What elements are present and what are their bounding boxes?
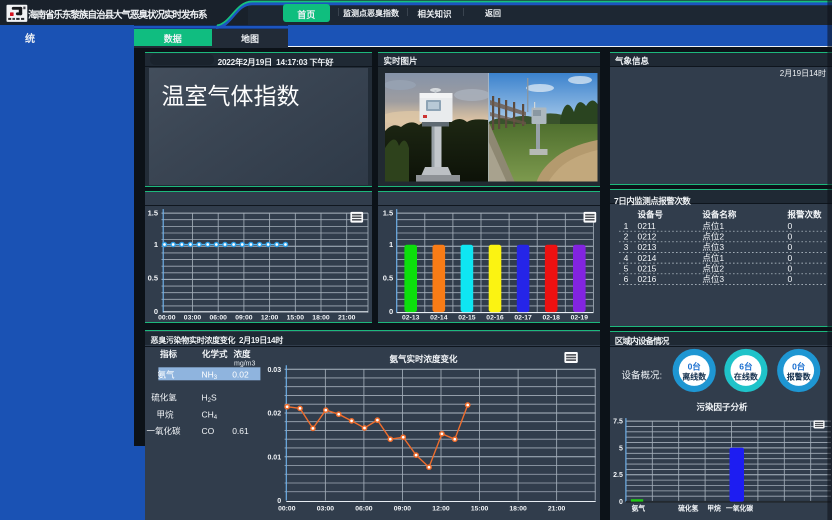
svg-text:0215: 0215 <box>638 264 657 274</box>
svg-text:0: 0 <box>788 253 793 263</box>
svg-text:1.5: 1.5 <box>383 209 393 218</box>
svg-text:0213: 0213 <box>638 242 657 252</box>
svg-text:0: 0 <box>788 274 793 284</box>
svg-text:mg/m3: mg/m3 <box>234 361 256 368</box>
svg-text:设备名称: 设备名称 <box>702 210 737 220</box>
svg-text:1: 1 <box>389 240 393 249</box>
svg-text:0.5: 0.5 <box>383 273 393 282</box>
svg-text:00:00: 00:00 <box>278 506 296 513</box>
svg-text:0214: 0214 <box>638 253 657 263</box>
svg-text:点位3: 点位3 <box>702 242 724 252</box>
svg-text:5: 5 <box>619 445 623 452</box>
svg-text:12:00: 12:00 <box>261 315 279 322</box>
svg-text:CO: CO <box>202 426 215 436</box>
svg-text:02-13: 02-13 <box>402 315 420 322</box>
svg-text:0: 0 <box>277 498 281 505</box>
svg-text:0: 0 <box>788 221 793 231</box>
svg-text:02-16: 02-16 <box>486 315 504 322</box>
svg-text:0台: 0台 <box>688 362 702 372</box>
svg-text:甲烷: 甲烷 <box>156 409 174 419</box>
svg-text:0: 0 <box>788 242 793 252</box>
svg-text:报警次数: 报警次数 <box>788 210 823 220</box>
svg-text:设备概况:: 设备概况: <box>622 370 663 382</box>
svg-text:03:00: 03:00 <box>317 506 335 513</box>
svg-text:指标: 指标 <box>160 349 178 359</box>
svg-text:硫化氢: 硫化氢 <box>678 504 699 513</box>
svg-text:0.61: 0.61 <box>232 426 249 436</box>
svg-text:0.03: 0.03 <box>267 367 281 374</box>
svg-text:0212: 0212 <box>638 232 657 242</box>
svg-text:H2S: H2S <box>202 393 217 405</box>
svg-text:3: 3 <box>624 242 629 252</box>
svg-text:设备号: 设备号 <box>638 210 664 220</box>
svg-text:浓度: 浓度 <box>234 349 252 359</box>
svg-text:0216: 0216 <box>638 274 657 284</box>
svg-text:污染因子分析: 污染因子分析 <box>696 402 748 412</box>
svg-text:21:00: 21:00 <box>548 506 566 513</box>
svg-text:0: 0 <box>389 307 393 316</box>
svg-text:03:00: 03:00 <box>184 315 202 322</box>
svg-text:点位2: 点位2 <box>702 232 724 242</box>
svg-text:15:00: 15:00 <box>471 506 489 513</box>
svg-text:0.02: 0.02 <box>267 411 281 418</box>
svg-text:点位2: 点位2 <box>702 264 724 274</box>
svg-text:1: 1 <box>154 240 158 249</box>
svg-text:12:00: 12:00 <box>432 506 450 513</box>
svg-text:点位1: 点位1 <box>702 253 724 263</box>
svg-text:氨气实时浓度变化: 氨气实时浓度变化 <box>389 354 458 364</box>
svg-text:0.01: 0.01 <box>267 454 281 461</box>
svg-text:0211: 0211 <box>638 221 657 231</box>
svg-text:6台: 6台 <box>739 362 753 372</box>
svg-text:02-18: 02-18 <box>543 315 561 322</box>
svg-text:5: 5 <box>624 264 629 274</box>
svg-text:0.5: 0.5 <box>148 273 158 282</box>
svg-text:15:00: 15:00 <box>287 315 305 322</box>
svg-text:0台: 0台 <box>792 362 806 372</box>
svg-text:18:00: 18:00 <box>312 315 330 322</box>
svg-text:报警数: 报警数 <box>787 372 812 382</box>
svg-text:6: 6 <box>624 274 629 284</box>
svg-text:化学式: 化学式 <box>202 349 228 359</box>
svg-text:02-19: 02-19 <box>571 315 589 322</box>
svg-text:硫化氢: 硫化氢 <box>151 393 177 403</box>
svg-text:在线数: 在线数 <box>734 372 759 382</box>
svg-text:氨气: 氨气 <box>632 504 646 513</box>
svg-text:06:00: 06:00 <box>210 315 228 322</box>
svg-text:点位1: 点位1 <box>702 221 724 231</box>
svg-text:02-15: 02-15 <box>458 315 476 322</box>
svg-text:09:00: 09:00 <box>394 506 412 513</box>
svg-text:CH4: CH4 <box>202 409 218 421</box>
svg-text:7.5: 7.5 <box>613 419 623 426</box>
svg-text:0: 0 <box>619 499 623 506</box>
svg-text:21:00: 21:00 <box>338 315 356 322</box>
svg-text:02-14: 02-14 <box>430 315 448 322</box>
svg-text:02-17: 02-17 <box>514 315 532 322</box>
svg-text:甲烷: 甲烷 <box>707 504 721 513</box>
svg-text:09:00: 09:00 <box>235 315 253 322</box>
svg-text:00:00: 00:00 <box>158 315 176 322</box>
svg-text:氨气: 氨气 <box>157 369 175 379</box>
svg-text:0: 0 <box>788 232 793 242</box>
svg-text:1: 1 <box>624 221 629 231</box>
svg-text:0.02: 0.02 <box>232 369 249 379</box>
svg-text:一氧化碳: 一氧化碳 <box>146 426 181 436</box>
svg-text:2: 2 <box>624 232 629 242</box>
svg-text:一氧化碳: 一氧化碳 <box>726 504 753 513</box>
svg-text:06:00: 06:00 <box>355 506 373 513</box>
svg-text:4: 4 <box>624 253 629 263</box>
svg-text:2.5: 2.5 <box>613 472 623 479</box>
svg-text:离线数: 离线数 <box>682 372 707 382</box>
svg-text:1.5: 1.5 <box>148 209 158 218</box>
svg-text:点位3: 点位3 <box>702 274 724 284</box>
svg-text:18:00: 18:00 <box>509 506 527 513</box>
svg-text:0: 0 <box>788 264 793 274</box>
